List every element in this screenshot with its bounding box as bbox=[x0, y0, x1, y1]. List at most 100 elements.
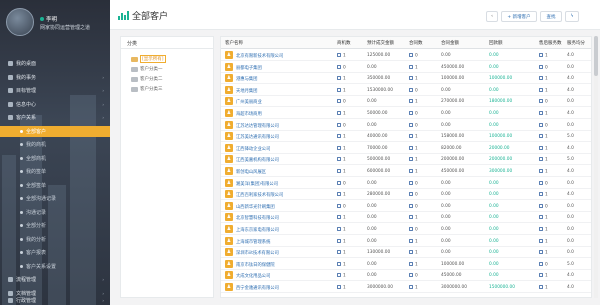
customer-name-link[interactable]: 大成文化用品公司 bbox=[236, 273, 270, 279]
column-header[interactable]: 售后服务数 bbox=[539, 40, 562, 46]
count-cell[interactable]: 0 bbox=[539, 261, 548, 267]
sidebar-item[interactable]: 客户关系设置 bbox=[0, 261, 110, 272]
column-header[interactable]: 预计成交金额 bbox=[367, 40, 394, 46]
customer-name-link[interactable]: 港惠与集团 bbox=[236, 76, 257, 82]
customer-name-link[interactable]: 广州美丽商业 bbox=[236, 99, 262, 105]
count-cell[interactable]: 0 bbox=[539, 180, 548, 186]
sidebar-item[interactable]: 目标管理 › bbox=[0, 85, 110, 96]
table-row[interactable]: ♟ 上海城市管理系统 1 0.00 1 0.00 0.00 1 0.0 bbox=[221, 236, 591, 247]
count-cell[interactable]: 0 bbox=[409, 122, 418, 128]
column-header[interactable]: 商机数 bbox=[337, 40, 351, 46]
count-cell[interactable]: 1 bbox=[337, 192, 346, 198]
sidebar-item[interactable]: 全部分析 bbox=[0, 220, 110, 231]
sidebar-item[interactable]: 流程管理 › bbox=[0, 274, 110, 285]
count-cell[interactable]: 1 bbox=[539, 227, 548, 233]
sidebar-item[interactable]: 行政管理 › bbox=[0, 295, 110, 305]
table-row[interactable]: ♟ 江西锋动企业公司 1 70000.00 1 82000.00 20000.00 1 4.0 bbox=[221, 143, 591, 154]
count-cell[interactable]: 0 bbox=[409, 192, 418, 198]
table-row[interactable]: ♟ 西宁金驰通讯有限公司 1 3000000.00 1 3000000.00 1500000… bbox=[221, 282, 591, 293]
count-cell[interactable]: 1 bbox=[337, 227, 346, 233]
count-cell[interactable]: 1 bbox=[409, 285, 418, 291]
sidebar-item[interactable]: 全部沟通记录 bbox=[0, 193, 110, 204]
column-header[interactable]: 服务均分 bbox=[567, 40, 585, 46]
category-item[interactable]: [显示所有] bbox=[131, 55, 166, 63]
customer-name-link[interactable]: 山西新华光针刷集团 bbox=[236, 204, 275, 210]
count-cell[interactable]: 0 bbox=[539, 64, 548, 70]
count-cell[interactable]: 1 bbox=[409, 250, 418, 256]
count-cell[interactable]: 0 bbox=[409, 180, 418, 186]
help-button[interactable]: ϟ bbox=[565, 11, 579, 22]
count-cell[interactable]: 1 bbox=[539, 53, 548, 59]
column-header[interactable]: 合同金额 bbox=[441, 40, 459, 46]
count-cell[interactable]: 0 bbox=[539, 203, 548, 209]
count-cell[interactable]: 1 bbox=[539, 145, 548, 151]
table-row[interactable]: ♟ 新创电山风展区 1 600000.00 1 450000.00 300000.00 1 4.… bbox=[221, 166, 591, 177]
customer-name-link[interactable]: 深圳市iit技术有限公司 bbox=[236, 250, 279, 256]
count-cell[interactable]: 1 bbox=[539, 111, 548, 117]
sidebar-item[interactable]: 全部签单 bbox=[0, 180, 110, 191]
table-row[interactable]: ♟ 丽都电子集团 0 0.00 1 450000.00 0.00 0 0.0 bbox=[221, 62, 591, 73]
count-cell[interactable]: 1 bbox=[409, 134, 418, 140]
sidebar-item[interactable]: 全部商机 bbox=[0, 153, 110, 164]
count-cell[interactable]: 0 bbox=[337, 64, 346, 70]
user-name[interactable]: 李明 bbox=[40, 15, 57, 23]
sidebar-item[interactable]: 我的商机 bbox=[0, 139, 110, 150]
count-cell[interactable]: 1 bbox=[337, 53, 346, 59]
count-cell[interactable]: 0 bbox=[409, 273, 418, 279]
sidebar-item[interactable]: 我的分析 bbox=[0, 234, 110, 245]
count-cell[interactable]: 1 bbox=[539, 76, 548, 82]
table-row[interactable]: ♟ 江苏达达管理有限公司 0 0.00 0 0.00 0.00 0 0.0 bbox=[221, 120, 591, 131]
table-row[interactable]: ♟ 江西美嘉机构有限公司 1 500000.00 1 200000.00 200000.00… bbox=[221, 154, 591, 166]
sidebar-item[interactable]: 我的签单 bbox=[0, 166, 110, 177]
search-button[interactable]: 查找 bbox=[540, 11, 562, 22]
customer-name-link[interactable]: 湘美洋(集团)有限公司 bbox=[236, 181, 278, 187]
count-cell[interactable]: 0 bbox=[409, 87, 418, 93]
customer-name-link[interactable]: 南京市钛日的保健院 bbox=[236, 262, 275, 268]
column-header[interactable]: 客户名称 bbox=[225, 40, 243, 46]
table-row[interactable]: ♟ 南京市钛日的保健院 1 0.00 1 100000.00 0.00 0 5.0 bbox=[221, 259, 591, 270]
count-cell[interactable]: 1 bbox=[409, 169, 418, 175]
count-cell[interactable]: 1 bbox=[337, 157, 346, 163]
table-row[interactable]: ♟ 湘美洋(集团)有限公司 0 0.00 0 0.00 0.00 0 0.0 bbox=[221, 178, 591, 189]
sidebar-item[interactable]: 我的桌面 bbox=[0, 58, 110, 69]
table-row[interactable]: ♟ 天地月集团 1 1530000.00 0 0.00 0.00 1 4.0 bbox=[221, 85, 591, 96]
count-cell[interactable]: 1 bbox=[409, 64, 418, 70]
sidebar-item[interactable]: 全部客户 bbox=[0, 125, 110, 137]
count-cell[interactable]: 1 bbox=[539, 169, 548, 175]
count-cell[interactable]: 1 bbox=[409, 99, 418, 105]
column-header[interactable]: 合同数 bbox=[409, 40, 423, 46]
column-header[interactable]: 回款额 bbox=[489, 40, 503, 46]
table-row[interactable]: ♟ 江苏美达通讯有限公司 1 40000.00 1 158000.00 100000.00 1… bbox=[221, 131, 591, 143]
table-row[interactable]: ♟ 深圳市iit技术有限公司 1 130000.00 1 0.00 0.00 1 0.0 bbox=[221, 247, 591, 259]
count-cell[interactable]: 0 bbox=[337, 122, 346, 128]
count-cell[interactable]: 1 bbox=[337, 238, 346, 244]
count-cell[interactable]: 1 bbox=[409, 215, 418, 221]
count-cell[interactable]: 1 bbox=[409, 76, 418, 82]
table-row[interactable]: ♟ 江西百利家技术有限公司 1 280000.00 0 0.00 0.00 1 4.0 bbox=[221, 189, 591, 201]
count-cell[interactable]: 1 bbox=[539, 238, 548, 244]
customer-name-link[interactable]: 丽都电子集团 bbox=[236, 65, 262, 71]
sidebar-item[interactable]: 我的事务 › bbox=[0, 72, 110, 83]
category-item[interactable]: 客户分类一 bbox=[131, 65, 163, 73]
count-cell[interactable]: 1 bbox=[337, 169, 346, 175]
count-cell[interactable]: 1 bbox=[409, 238, 418, 244]
scrollbar[interactable] bbox=[594, 36, 598, 298]
count-cell[interactable]: 1 bbox=[337, 145, 346, 151]
count-cell[interactable]: 1 bbox=[539, 134, 548, 140]
count-cell[interactable]: 1 bbox=[337, 250, 346, 256]
customer-name-link[interactable]: 上海东京家电有限公司 bbox=[236, 227, 279, 233]
count-cell[interactable]: 1 bbox=[539, 215, 548, 221]
sidebar-item[interactable]: 信息中心 › bbox=[0, 99, 110, 110]
count-cell[interactable]: 1 bbox=[539, 285, 548, 291]
count-cell[interactable]: 0 bbox=[409, 111, 418, 117]
scrollbar-thumb[interactable] bbox=[594, 36, 598, 76]
count-cell[interactable]: 1 bbox=[337, 261, 346, 267]
count-cell[interactable]: 1 bbox=[539, 157, 548, 163]
count-cell[interactable]: 0 bbox=[409, 53, 418, 59]
sidebar-item[interactable]: 客户关系 › bbox=[0, 112, 110, 123]
count-cell[interactable]: 1 bbox=[409, 157, 418, 163]
customer-name-link[interactable]: 海超市场商用 bbox=[236, 111, 262, 117]
table-row[interactable]: ♟ 北京有限新技术有限公司 1 125000.00 0 0.00 0.00 1 4.0 bbox=[221, 50, 591, 61]
table-row[interactable]: ♟ 海超市场商用 1 50000.00 0 0.00 0.00 1 4.0 bbox=[221, 108, 591, 119]
customer-name-link[interactable]: 江苏达达管理有限公司 bbox=[236, 123, 279, 129]
